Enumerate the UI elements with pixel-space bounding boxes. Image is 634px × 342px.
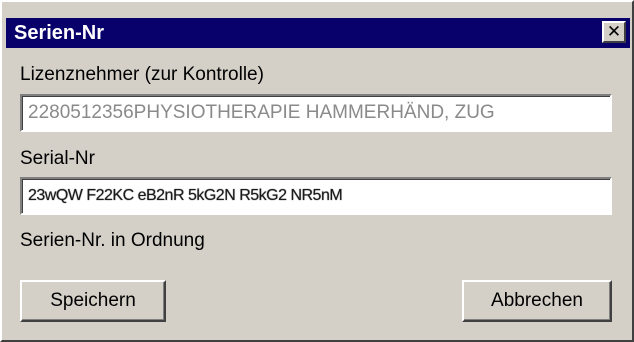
status-text: Serien-Nr. in Ordnung bbox=[20, 230, 205, 251]
dialog-title: Serien-Nr bbox=[14, 22, 105, 44]
cancel-button[interactable]: Abbrechen bbox=[462, 280, 612, 322]
close-button[interactable]: ✕ bbox=[602, 21, 626, 43]
serial-number-dialog: Serien-Nr ✕ Lizenznehmer (zur Kontrolle)… bbox=[0, 0, 634, 342]
serial-input[interactable]: 23wQW F22KC eB2nR 5kG2N R5kG2 NR5nM bbox=[20, 177, 612, 215]
close-icon: ✕ bbox=[606, 21, 622, 42]
title-bar[interactable]: Serien-Nr ✕ bbox=[6, 18, 630, 48]
save-button[interactable]: Speichern bbox=[20, 280, 166, 322]
licensee-label: Lizenznehmer (zur Kontrolle) bbox=[20, 64, 264, 85]
licensee-field: 2280512356PHYSIOTHERAPIE HAMMERHÄND, ZUG bbox=[20, 94, 612, 132]
serial-label: Serial-Nr bbox=[20, 148, 95, 169]
